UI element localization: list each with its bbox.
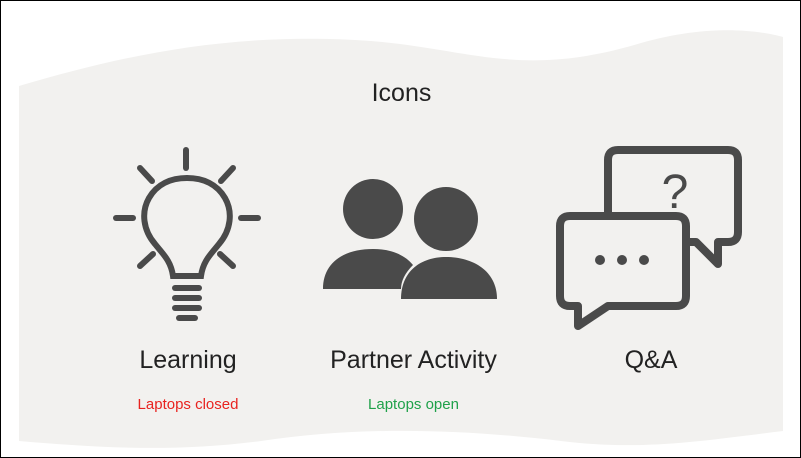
speech-bubbles-icon: ?: [556, 146, 742, 330]
slide-frame: Icons ? Learning Laptops closed Partner …: [0, 0, 801, 458]
laptops-open-note: Laptops open: [368, 396, 459, 413]
people-icon: [323, 179, 497, 299]
learning-label: Learning: [139, 346, 237, 374]
laptops-closed-note: Laptops closed: [137, 396, 239, 413]
qa-label: Q&A: [624, 346, 678, 374]
svg-text:?: ?: [662, 166, 689, 219]
partner-activity-label: Partner Activity: [330, 346, 497, 374]
slide-title: Icons: [371, 79, 432, 107]
lightbulb-icon: [113, 147, 261, 321]
